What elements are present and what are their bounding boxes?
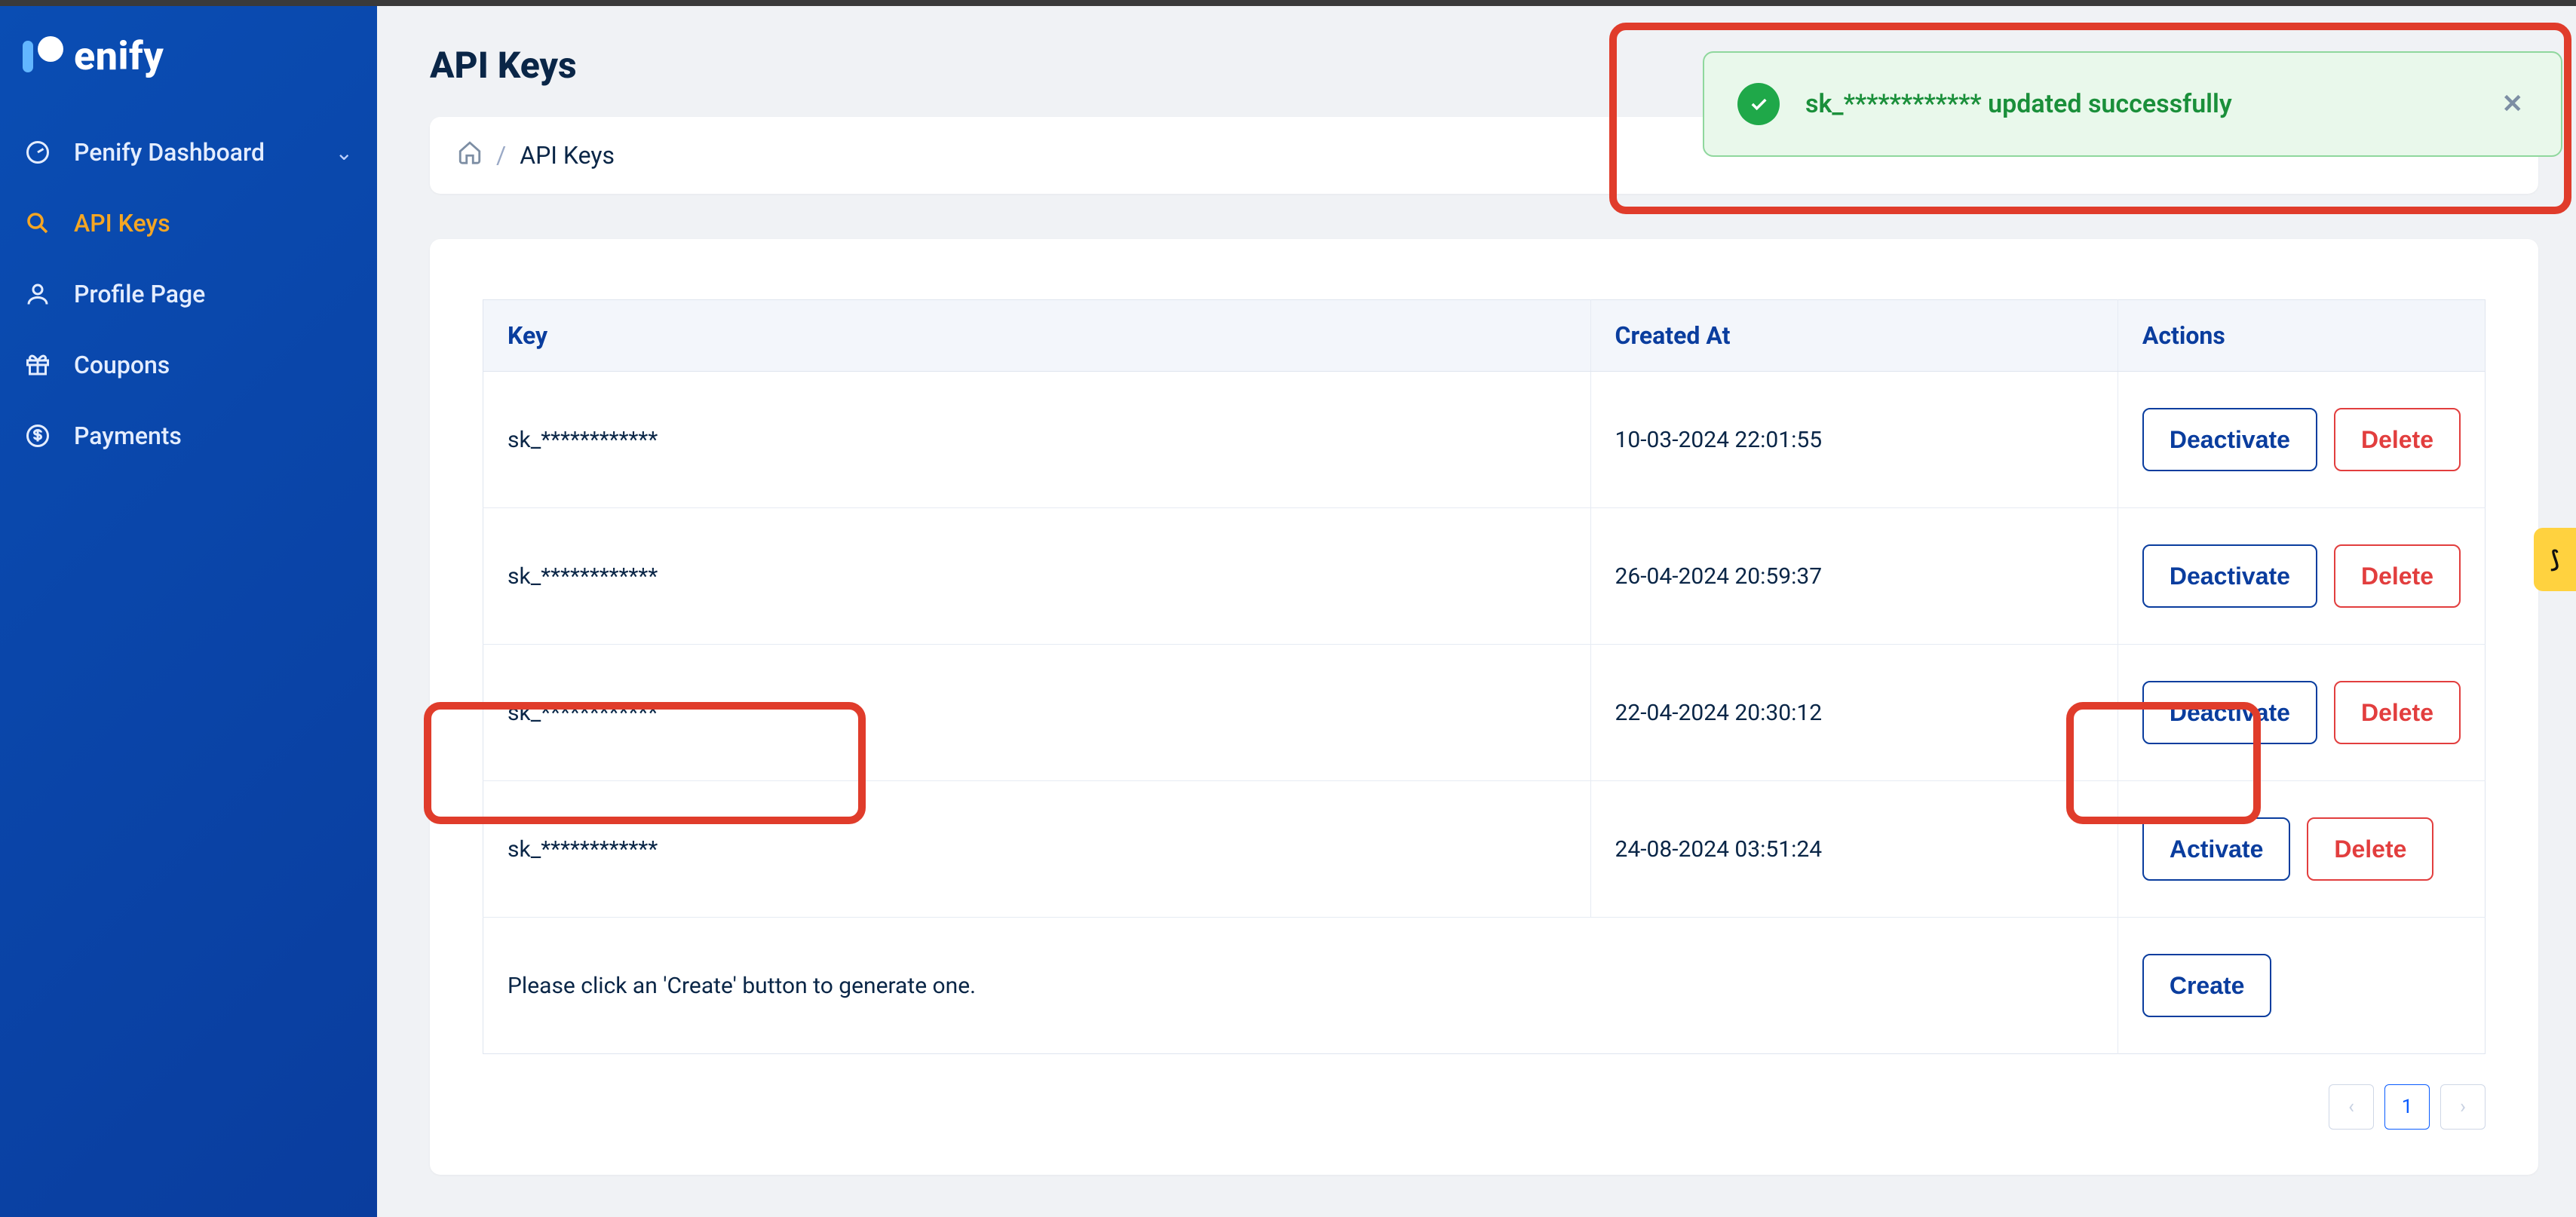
logo-text: enify: [74, 33, 164, 79]
cell-key: sk_************: [508, 427, 658, 453]
toast-close-button[interactable]: ✕: [2498, 84, 2528, 124]
home-icon[interactable]: [457, 139, 483, 171]
cell-created: 26-04-2024 20:59:37: [1615, 563, 1823, 590]
delete-button[interactable]: Delete: [2334, 681, 2461, 744]
close-icon: ✕: [2502, 89, 2524, 119]
logo-mark-icon: [23, 36, 63, 77]
create-hint-text: Please click an 'Create' button to gener…: [508, 973, 976, 999]
column-header-created: Created At: [1590, 300, 2118, 372]
sidebar-item-api-keys[interactable]: API Keys: [0, 188, 377, 259]
app-layout: enify Penify Dashboard ⌄ API Keys Pr: [0, 6, 2576, 1217]
table-row: sk_************ 22-04-2024 20:30:12 Deac…: [483, 645, 2486, 781]
search-icon: [24, 210, 54, 237]
create-button[interactable]: Create: [2142, 954, 2272, 1017]
cell-created: 22-04-2024 20:30:12: [1615, 700, 1823, 726]
deactivate-button[interactable]: Deactivate: [2142, 544, 2317, 608]
content-card: Key Created At Actions sk_************ 1…: [430, 239, 2538, 1175]
main-content: API Keys / API Keys Key Created At Actio…: [377, 6, 2576, 1217]
check-circle-icon: [1737, 83, 1780, 125]
sidebar-item-label: Payments: [74, 422, 353, 450]
table-row: sk_************ 24-08-2024 03:51:24 Acti…: [483, 781, 2486, 918]
sidebar-item-label: Coupons: [74, 351, 353, 379]
gift-icon: [24, 351, 54, 379]
user-icon: [24, 280, 54, 308]
sidebar-item-label: Penify Dashboard: [74, 138, 316, 167]
sidebar-item-dashboard[interactable]: Penify Dashboard ⌄: [0, 117, 377, 188]
helper-widget-tab[interactable]: ⟆: [2534, 528, 2576, 591]
toast-message: sk_************ updated successfully: [1805, 89, 2232, 119]
api-keys-table: Key Created At Actions sk_************ 1…: [483, 299, 2486, 1054]
breadcrumb-separator: /: [496, 141, 506, 170]
deactivate-button[interactable]: Deactivate: [2142, 681, 2317, 744]
sidebar-item-label: Profile Page: [74, 280, 353, 308]
table-footer-row: Please click an 'Create' button to gener…: [483, 918, 2486, 1054]
cell-created: 10-03-2024 22:01:55: [1615, 427, 1823, 453]
sidebar-menu: Penify Dashboard ⌄ API Keys Profile Page: [0, 117, 377, 471]
chevron-right-icon: ›: [2460, 1096, 2466, 1118]
cell-key: sk_************: [508, 563, 658, 590]
chevron-left-icon: ‹: [2348, 1096, 2354, 1118]
pagination: ‹ 1 ›: [483, 1084, 2486, 1130]
cell-key: sk_************: [508, 700, 658, 726]
pagination-prev[interactable]: ‹: [2329, 1084, 2374, 1130]
deactivate-button[interactable]: Deactivate: [2142, 408, 2317, 471]
chevron-down-icon: ⌄: [336, 140, 353, 165]
table-row: sk_************ 10-03-2024 22:01:55 Deac…: [483, 372, 2486, 508]
delete-button[interactable]: Delete: [2307, 817, 2433, 881]
pagination-page-1[interactable]: 1: [2384, 1084, 2430, 1130]
logo[interactable]: enify: [0, 33, 377, 117]
cell-key: sk_************: [508, 836, 658, 863]
column-header-actions: Actions: [2118, 300, 2485, 372]
activate-button[interactable]: Activate: [2142, 817, 2291, 881]
dollar-icon: [24, 422, 54, 449]
sidebar-item-label: API Keys: [74, 209, 353, 238]
browser-chrome-bar: [0, 0, 2576, 6]
helper-icon: ⟆: [2550, 547, 2559, 573]
cell-created: 24-08-2024 03:51:24: [1615, 836, 1823, 863]
table-row: sk_************ 26-04-2024 20:59:37 Deac…: [483, 508, 2486, 645]
sidebar-item-profile[interactable]: Profile Page: [0, 259, 377, 330]
gauge-icon: [24, 139, 54, 166]
sidebar: enify Penify Dashboard ⌄ API Keys Pr: [0, 6, 377, 1217]
breadcrumb-current: API Keys: [520, 141, 615, 170]
sidebar-item-payments[interactable]: Payments: [0, 400, 377, 471]
delete-button[interactable]: Delete: [2334, 544, 2461, 608]
toast-success: sk_************ updated successfully ✕: [1703, 51, 2562, 157]
delete-button[interactable]: Delete: [2334, 408, 2461, 471]
column-header-key: Key: [483, 300, 1591, 372]
pagination-next[interactable]: ›: [2440, 1084, 2486, 1130]
sidebar-item-coupons[interactable]: Coupons: [0, 330, 377, 400]
